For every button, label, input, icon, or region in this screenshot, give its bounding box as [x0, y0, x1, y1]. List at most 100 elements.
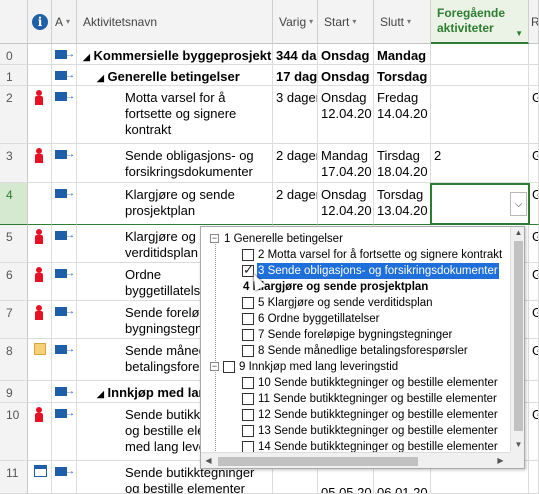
tree-item-1[interactable]: − 1 Generelle betingelser: [210, 230, 344, 247]
note-icon[interactable]: [34, 343, 46, 355]
tree-item-3[interactable]: 3 Sende obligasjons- og forsikringsdokum…: [242, 262, 499, 279]
duration-cell[interactable]: 344 dager: [273, 44, 318, 65]
start-cell[interactable]: Onsdag 12.04.20: [318, 183, 374, 225]
duration-cell[interactable]: 2 dager: [273, 144, 318, 183]
start-cell[interactable]: Onsdag 12.: [318, 65, 374, 86]
task-mode-cell[interactable]: →: [52, 263, 77, 301]
start-cell[interactable]: Mandag 17.04.20: [318, 144, 374, 183]
checkbox[interactable]: [242, 296, 254, 309]
tree-item-11[interactable]: 11 Sende butikktegninger og bestille ele…: [242, 390, 498, 407]
finish-cell[interactable]: Fredag 14.04.20: [374, 86, 431, 144]
tree-item-10[interactable]: 10 Sende butikktegninger og bestille ele…: [242, 374, 499, 391]
column-header-predecessors[interactable]: Foregående aktiviteter ▼: [431, 0, 529, 44]
duration-cell[interactable]: 2 dager: [273, 183, 318, 225]
task-mode-cell[interactable]: →: [52, 381, 77, 403]
finish-cell[interactable]: Mandag: [374, 44, 431, 65]
column-header-finish[interactable]: Slutt ▾: [374, 0, 431, 44]
table-row[interactable]: 2 → Motta varsel for å fortsette og sign…: [0, 86, 539, 144]
duration-cell[interactable]: 17 dager: [273, 65, 318, 86]
predecessors-dropdown-button[interactable]: ⌵: [510, 192, 527, 216]
finish-cell[interactable]: Torsdag 13.04.20: [374, 183, 431, 225]
task-name-cell[interactable]: ◢ Kommersielle byggeprosjekt: [77, 44, 273, 65]
start-cell[interactable]: Onsdag: [318, 44, 374, 65]
resource-cell[interactable]: [529, 44, 539, 65]
tree-item-6[interactable]: 6 Ordne byggetillatelser: [242, 310, 380, 327]
checkbox[interactable]: [242, 344, 254, 357]
resource-cell[interactable]: [529, 381, 539, 403]
task-mode-cell[interactable]: →: [52, 144, 77, 183]
predecessor-tree[interactable]: − 1 Generelle betingelser 2 Motta varsel…: [201, 227, 510, 452]
column-header-duration[interactable]: Varig ▾: [273, 0, 318, 44]
scroll-left-icon[interactable]: ◀: [201, 455, 216, 467]
scroll-right-icon[interactable]: ▶: [493, 455, 508, 467]
tree-item-8[interactable]: 8 Sende månedlige betalingsforespørsler: [242, 342, 469, 359]
resource-cell[interactable]: G: [529, 144, 539, 183]
collapse-triangle-icon[interactable]: ◢: [97, 389, 104, 399]
resource-cell[interactable]: G: [529, 183, 539, 225]
checkbox[interactable]: [242, 424, 254, 437]
task-mode-cell[interactable]: →: [52, 183, 77, 225]
checkbox[interactable]: [223, 360, 235, 373]
resource-cell[interactable]: [529, 65, 539, 86]
calendar-icon[interactable]: [34, 465, 47, 477]
scrollbar-thumb[interactable]: [218, 457, 418, 466]
checkbox[interactable]: [242, 440, 254, 452]
predecessors-cell[interactable]: [431, 44, 529, 65]
scroll-down-icon[interactable]: ▼: [511, 439, 524, 451]
table-row[interactable]: 1 → ◢ Generelle betingelser 17 dager Ons…: [0, 65, 539, 86]
column-header-id[interactable]: [0, 0, 28, 44]
horizontal-scrollbar[interactable]: ◀ ▶: [201, 452, 510, 468]
resource-cell[interactable]: G: [529, 339, 539, 381]
tree-item-2[interactable]: 2 Motta varsel for å fortsette og signer…: [242, 246, 503, 263]
predecessors-cell[interactable]: [431, 65, 529, 86]
resource-cell[interactable]: G: [529, 403, 539, 461]
vertical-scrollbar[interactable]: ▲ ▼: [510, 227, 524, 452]
checkbox[interactable]: [242, 408, 254, 421]
column-header-indicators[interactable]: i: [28, 0, 52, 44]
task-mode-cell[interactable]: →: [52, 301, 77, 339]
task-name-cell[interactable]: Motta varsel for å fortsette og signere …: [77, 86, 273, 144]
resource-cell[interactable]: G: [529, 301, 539, 339]
collapse-icon[interactable]: −: [210, 234, 219, 243]
task-mode-cell[interactable]: →: [52, 225, 77, 263]
tree-item-14[interactable]: 14 Sende butikktegninger og bestille ele…: [242, 438, 499, 452]
tree-item-9[interactable]: − 9 Innkjøp med lang leveringstid: [210, 358, 399, 375]
tree-item-7[interactable]: 7 Sende foreløpige bygningstegninger: [242, 326, 453, 343]
checkbox[interactable]: [242, 376, 254, 389]
finish-cell[interactable]: Tirsdag 18.04.20: [374, 144, 431, 183]
resource-cell[interactable]: G: [529, 263, 539, 301]
tree-item-12[interactable]: 12 Sende butikktegninger og bestille ele…: [242, 406, 499, 423]
column-header-start[interactable]: Start ▾: [318, 0, 374, 44]
task-mode-cell[interactable]: →: [52, 65, 77, 86]
column-header-task-mode[interactable]: A ▾: [52, 0, 77, 44]
table-row[interactable]: 3 → Sende obligasjons- og forsikringsdok…: [0, 144, 539, 183]
task-mode-cell[interactable]: →: [52, 461, 77, 494]
task-mode-cell[interactable]: →: [52, 339, 77, 381]
task-name-cell[interactable]: ◢ Generelle betingelser: [77, 65, 273, 86]
collapse-icon[interactable]: −: [210, 362, 219, 371]
checkbox[interactable]: [242, 248, 254, 261]
task-mode-cell[interactable]: →: [52, 403, 77, 461]
predecessors-cell[interactable]: [431, 86, 529, 144]
checkbox[interactable]: [242, 328, 254, 341]
column-header-task-name[interactable]: Aktivitetsnavn: [77, 0, 273, 44]
resource-cell[interactable]: G: [529, 86, 539, 144]
checkbox[interactable]: [242, 312, 254, 325]
resource-cell[interactable]: [529, 461, 539, 494]
duration-cell[interactable]: 3 dager: [273, 86, 318, 144]
table-row[interactable]: 0 → ◢ Kommersielle byggeprosjekt 344 dag…: [0, 44, 539, 65]
task-name-cell[interactable]: Sende obligasjons- og forsikringsdokumen…: [77, 144, 273, 183]
resource-cell[interactable]: G: [529, 225, 539, 263]
scroll-up-icon[interactable]: ▲: [511, 227, 524, 239]
column-header-resource[interactable]: R: [529, 0, 539, 44]
tree-item-5[interactable]: 5 Klargjøre og sende verditidsplan: [242, 294, 434, 311]
predecessor-picker-popup[interactable]: − 1 Generelle betingelser 2 Motta varsel…: [200, 226, 525, 469]
predecessors-cell[interactable]: 2: [431, 144, 529, 183]
scrollbar-thumb[interactable]: [514, 241, 523, 431]
task-name-cell[interactable]: Klargjøre og sende prosjektplan: [77, 183, 273, 225]
start-cell[interactable]: Onsdag 12.04.20: [318, 86, 374, 144]
task-mode-cell[interactable]: →: [52, 86, 77, 144]
checkbox[interactable]: [242, 392, 254, 405]
task-mode-cell[interactable]: →: [52, 44, 77, 65]
collapse-triangle-icon[interactable]: ◢: [97, 73, 104, 83]
